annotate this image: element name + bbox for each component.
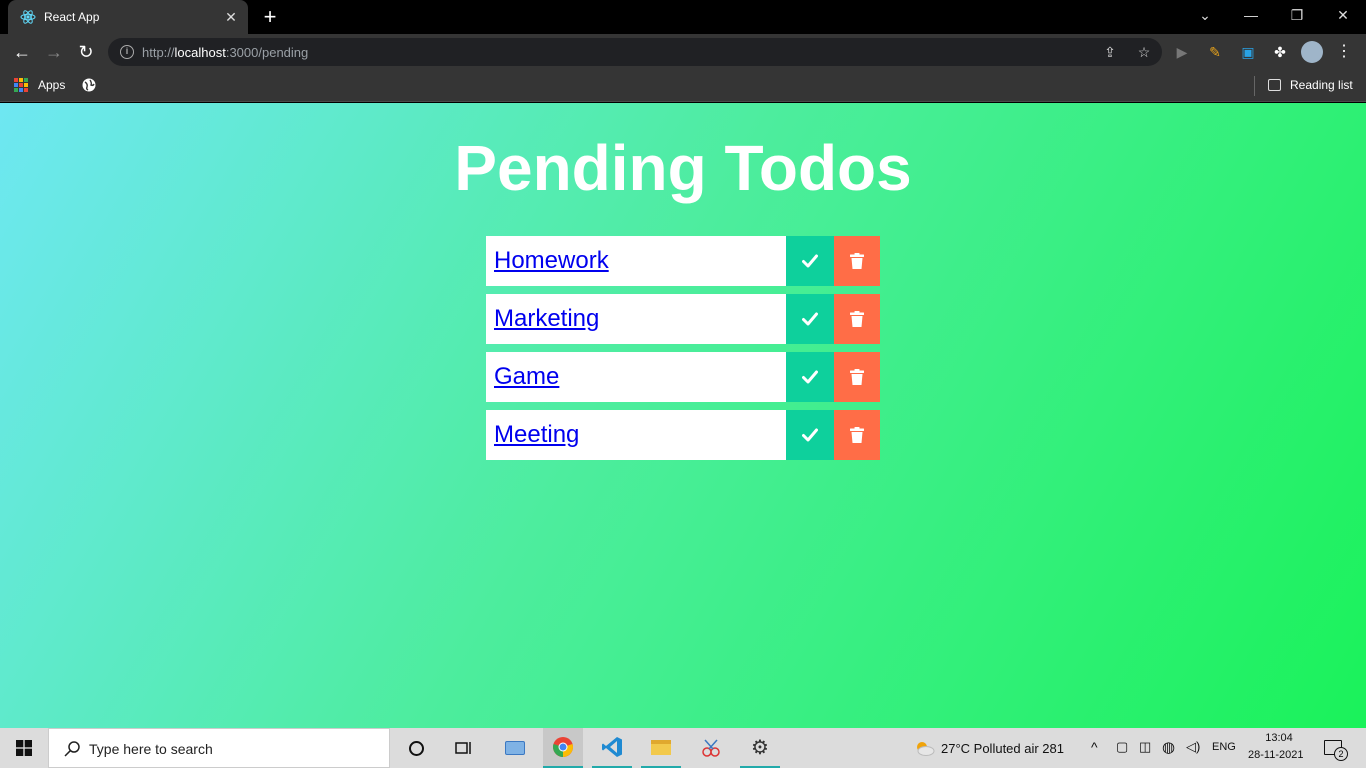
- todo-link[interactable]: Meeting: [494, 421, 579, 448]
- restore-button[interactable]: ❐: [1274, 0, 1320, 30]
- address-bar[interactable]: i http://localhost:3000/pending ⇪ ☆: [108, 38, 1162, 66]
- trash-icon: [850, 311, 864, 327]
- screenshot-extension-icon[interactable]: ▣: [1236, 40, 1260, 64]
- check-icon: [802, 370, 818, 384]
- task-view-icon[interactable]: [444, 728, 484, 768]
- url-text[interactable]: http://localhost:3000/pending: [142, 45, 308, 60]
- clock-time[interactable]: 13:04: [1262, 732, 1296, 744]
- clock-date[interactable]: 28-11-2021: [1248, 749, 1303, 761]
- delete-button[interactable]: [834, 294, 880, 344]
- info-icon[interactable]: i: [120, 45, 134, 59]
- windows-logo-icon: [16, 740, 32, 756]
- trash-icon: [850, 253, 864, 269]
- back-arrow-icon[interactable]: ←: [10, 40, 34, 64]
- weather-icon[interactable]: [904, 728, 944, 768]
- close-window-button[interactable]: ✕: [1320, 0, 1366, 30]
- delete-button[interactable]: [834, 410, 880, 460]
- extension-icon[interactable]: ✎: [1203, 40, 1227, 64]
- reload-icon[interactable]: ↻: [74, 40, 98, 64]
- apps-grid-icon: [14, 78, 28, 92]
- file-explorer-icon[interactable]: [641, 728, 681, 768]
- cortana-icon[interactable]: [396, 728, 436, 768]
- reading-list-label: Reading list: [1290, 78, 1353, 92]
- chrome-icon[interactable]: [543, 728, 583, 768]
- react-icon: [20, 10, 36, 24]
- browser-toolbar: ← → ↻ i http://localhost:3000/pending ⇪ …: [0, 34, 1366, 70]
- vscode-icon[interactable]: [592, 728, 632, 768]
- complete-button[interactable]: [786, 352, 834, 402]
- todo-item: Game: [486, 352, 880, 402]
- search-placeholder: Type here to search: [89, 741, 213, 757]
- play-extension-icon[interactable]: ▶: [1170, 40, 1194, 64]
- todo-text-cell: Homework: [486, 236, 786, 286]
- complete-button[interactable]: [786, 294, 834, 344]
- page-viewport: Pending Todos Homework Marketing Game Me…: [0, 103, 1366, 728]
- start-button[interactable]: [0, 728, 48, 768]
- tab-search-icon[interactable]: ⌄: [1182, 0, 1228, 30]
- speaker-icon[interactable]: ◁): [1186, 739, 1200, 755]
- todo-text-cell: Marketing: [486, 294, 786, 344]
- bookmark-separator: [1254, 76, 1255, 96]
- weather-text[interactable]: 27°C Polluted air 281: [941, 741, 1064, 756]
- new-tab-button[interactable]: +: [258, 6, 282, 30]
- notifications-icon[interactable]: 2: [1324, 740, 1348, 761]
- search-icon: [64, 741, 80, 757]
- apps-label: Apps: [38, 78, 66, 92]
- check-icon: [802, 428, 818, 442]
- todo-link[interactable]: Game: [494, 363, 559, 390]
- page-title: Pending Todos: [454, 132, 912, 204]
- delete-button[interactable]: [834, 352, 880, 402]
- language-indicator[interactable]: ENG: [1212, 741, 1236, 753]
- trash-icon: [850, 369, 864, 385]
- todo-list: Homework Marketing Game Meeting: [486, 236, 880, 468]
- todo-text-cell: Meeting: [486, 410, 786, 460]
- trash-icon: [850, 427, 864, 443]
- minimize-button[interactable]: —: [1228, 0, 1274, 30]
- reading-list-icon: [1268, 79, 1281, 91]
- todo-item: Homework: [486, 236, 880, 286]
- check-icon: [802, 254, 818, 268]
- close-tab-icon[interactable]: ✕: [222, 8, 240, 26]
- network-icon[interactable]: ◫: [1139, 739, 1151, 755]
- todo-item: Meeting: [486, 410, 880, 460]
- todo-link[interactable]: Marketing: [494, 305, 599, 332]
- chevron-up-icon[interactable]: ^: [1091, 739, 1098, 755]
- complete-button[interactable]: [786, 410, 834, 460]
- globe-network-icon[interactable]: ◍: [1162, 738, 1175, 756]
- kebab-menu-icon[interactable]: ⋮: [1332, 40, 1356, 64]
- check-icon: [802, 312, 818, 326]
- control-panel-icon[interactable]: [495, 728, 535, 768]
- share-icon[interactable]: ⇪: [1100, 42, 1120, 62]
- delete-button[interactable]: [834, 236, 880, 286]
- complete-button[interactable]: [786, 236, 834, 286]
- taskbar-search-input[interactable]: Type here to search: [48, 728, 390, 768]
- browser-titlebar: React App ✕ + ⌄ — ❐ ✕: [0, 0, 1366, 34]
- avatar[interactable]: [1300, 40, 1324, 64]
- tab-title: React App: [44, 10, 100, 24]
- browser-tab[interactable]: React App ✕: [8, 0, 248, 34]
- todo-text-cell: Game: [486, 352, 786, 402]
- settings-gear-icon[interactable]: ⚙: [740, 728, 780, 768]
- notification-count-badge: 2: [1334, 747, 1348, 761]
- forward-arrow-icon[interactable]: →: [42, 40, 66, 64]
- meet-now-icon[interactable]: ▢: [1116, 739, 1128, 755]
- bookmark-star-icon[interactable]: ☆: [1134, 42, 1154, 62]
- snipping-tool-icon[interactable]: [691, 728, 731, 768]
- windows-taskbar: Type here to search ⚙ 27°C Polluted air …: [0, 728, 1366, 768]
- globe-icon[interactable]: [82, 78, 96, 92]
- bookmarks-bar: Apps Reading list: [0, 70, 1366, 102]
- todo-item: Marketing: [486, 294, 880, 344]
- puzzle-icon[interactable]: ✤: [1268, 40, 1292, 64]
- todo-link[interactable]: Homework: [494, 247, 609, 274]
